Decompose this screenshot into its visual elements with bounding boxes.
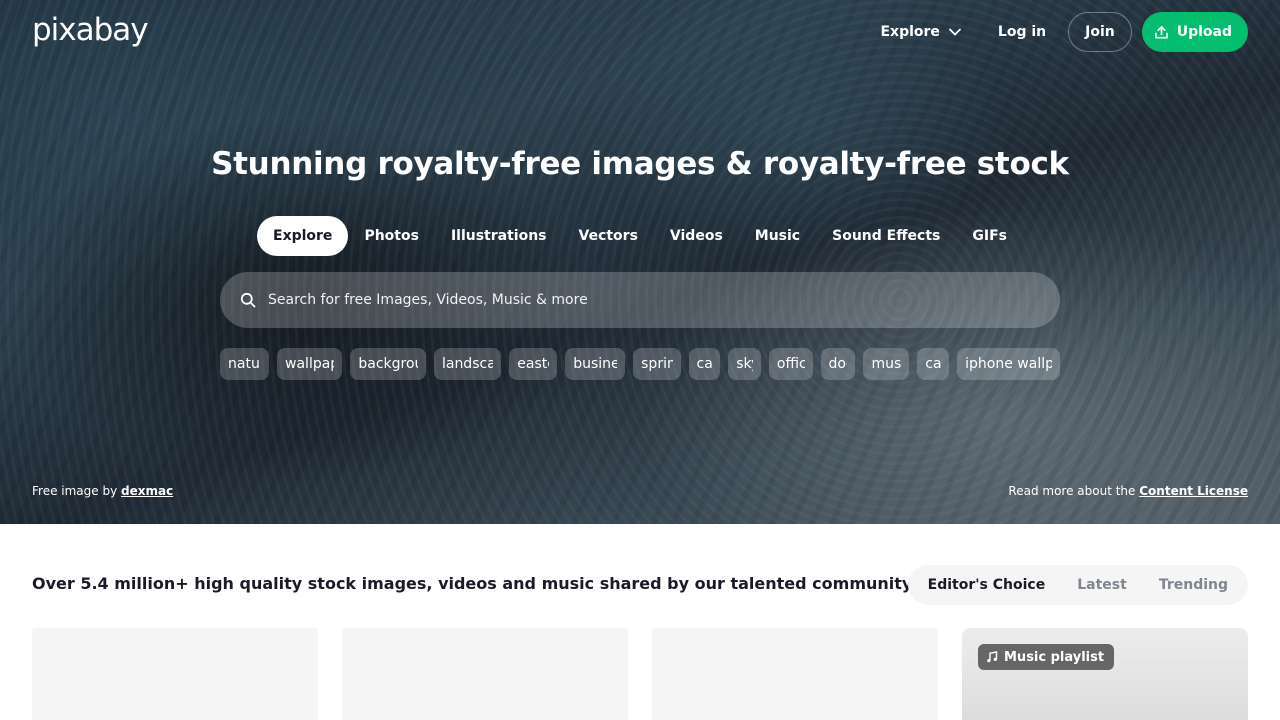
hero-banner: pixabay Explore Log in Join Upload Stunn…: [0, 0, 1280, 524]
upload-label: Upload: [1176, 24, 1232, 40]
chip-label: business: [573, 356, 618, 372]
suggestion-chip[interactable]: background: [350, 348, 426, 380]
author-link[interactable]: dexmac: [121, 484, 173, 498]
community-tagline: Over 5.4 million+ high quality stock ima…: [32, 574, 917, 593]
login-button[interactable]: Log in: [986, 12, 1058, 52]
search-icon: [240, 292, 256, 308]
chip-label: car: [925, 356, 942, 372]
page-title: Stunning royalty-free images & royalty-f…: [211, 146, 1069, 182]
chip-label: wallpaper: [285, 356, 334, 372]
chip-label: iphone wallpaper: [965, 356, 1053, 372]
hero-overlay: [0, 0, 1280, 524]
tab-vectors[interactable]: Vectors: [563, 216, 654, 256]
playlist-badge-label: Music playlist: [1004, 649, 1105, 665]
search-bar[interactable]: [220, 272, 1060, 328]
suggestion-chip[interactable]: dog: [820, 348, 856, 380]
tab-music[interactable]: Music: [739, 216, 816, 256]
suggestion-chip[interactable]: nature: [220, 348, 270, 380]
upload-icon: [1154, 25, 1168, 38]
suggestion-chip[interactable]: easter: [509, 348, 558, 380]
music-playlist-card[interactable]: Music playlist: [962, 628, 1248, 720]
image-card[interactable]: [32, 628, 318, 720]
join-button[interactable]: Join: [1068, 12, 1132, 52]
top-nav: Explore Log in Join Upload: [870, 12, 1248, 52]
license-prefix: Read more about the: [1008, 484, 1140, 498]
chip-label: office: [776, 356, 805, 372]
credit-prefix: Free image by: [32, 484, 122, 498]
suggestion-chip[interactable]: car: [917, 348, 950, 380]
chip-label: dog: [828, 356, 848, 372]
explore-label: Explore: [880, 24, 940, 40]
suggestion-chip[interactable]: office: [768, 348, 813, 380]
suggestion-chip[interactable]: iphone wallpaper: [957, 348, 1060, 380]
suggestion-chip[interactable]: cat: [688, 348, 721, 380]
upload-button[interactable]: Upload: [1141, 12, 1248, 52]
tab-illustrations[interactable]: Illustrations: [435, 216, 563, 256]
music-note-icon: [987, 651, 998, 663]
chip-label: sky: [736, 356, 753, 372]
suggestion-chip[interactable]: wallpaper: [277, 348, 343, 380]
chevron-down-icon: [949, 28, 961, 36]
license-note: Read more about the Content License: [1008, 484, 1248, 498]
chip-label: nature: [228, 356, 261, 372]
chip-label: easter: [517, 356, 549, 372]
sort-trending[interactable]: Trending: [1143, 569, 1244, 601]
suggested-searches: nature wallpaper background landscape ea…: [220, 348, 1060, 380]
suggestion-chip[interactable]: music: [863, 348, 910, 380]
tab-sound-effects[interactable]: Sound Effects: [816, 216, 956, 256]
suggestion-chip[interactable]: business: [565, 348, 626, 380]
image-card[interactable]: [342, 628, 628, 720]
suggestion-chip[interactable]: spring: [633, 348, 681, 380]
image-card[interactable]: [652, 628, 938, 720]
chip-label: cat: [696, 356, 713, 372]
chip-label: landscape: [441, 356, 494, 372]
image-credit: Free image by dexmac: [32, 484, 173, 498]
sort-toggle: Editor's Choice Latest Trending: [907, 565, 1248, 605]
explore-menu-button[interactable]: Explore: [870, 12, 971, 52]
tab-gifs[interactable]: GIFs: [956, 216, 1023, 256]
chip-label: spring: [641, 356, 673, 372]
chip-label: background: [358, 356, 418, 372]
chip-label: music: [871, 356, 902, 372]
content-license-link[interactable]: Content License: [1139, 484, 1248, 498]
search-input[interactable]: [268, 292, 1028, 308]
sort-editors-choice[interactable]: Editor's Choice: [912, 569, 1062, 601]
media-type-tabs: Explore Photos Illustrations Vectors Vid…: [0, 216, 1280, 256]
tab-explore[interactable]: Explore: [257, 216, 349, 256]
music-playlist-badge: Music playlist: [978, 644, 1115, 670]
tab-videos[interactable]: Videos: [654, 216, 739, 256]
sort-latest[interactable]: Latest: [1061, 569, 1143, 601]
tab-photos[interactable]: Photos: [348, 216, 435, 256]
pixabay-logo[interactable]: pixabay: [32, 12, 149, 48]
suggestion-chip[interactable]: sky: [728, 348, 761, 380]
suggestion-chip[interactable]: landscape: [433, 348, 502, 380]
